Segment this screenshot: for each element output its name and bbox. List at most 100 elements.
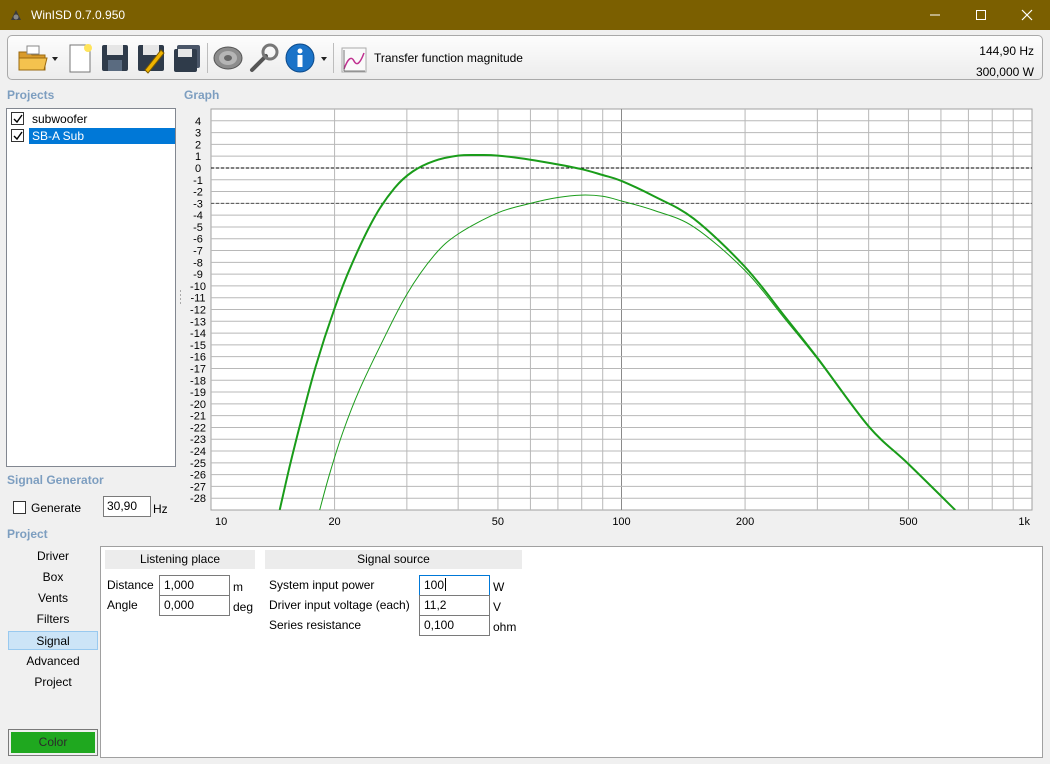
minimize-button[interactable] bbox=[912, 0, 958, 30]
info-dropdown-arrow[interactable] bbox=[321, 57, 327, 61]
splitter-grip[interactable] bbox=[180, 290, 181, 292]
distance-label: Distance bbox=[107, 578, 154, 592]
y-tick-label: -10 bbox=[190, 281, 206, 293]
tab-filters[interactable]: Filters bbox=[8, 610, 98, 629]
y-tick-label: 2 bbox=[195, 139, 201, 151]
cursor-readout: 144,90 Hz 300,000 W bbox=[976, 41, 1034, 83]
angle-input[interactable]: 0,000 bbox=[159, 595, 230, 616]
y-tick-label: -6 bbox=[193, 234, 203, 246]
y-tick-label: -8 bbox=[193, 257, 203, 269]
save-all-icon[interactable] bbox=[171, 42, 203, 74]
text-caret bbox=[445, 578, 447, 591]
system-input-power-unit: W bbox=[493, 580, 505, 594]
y-tick-label: -17 bbox=[190, 363, 206, 375]
splitter-grip[interactable] bbox=[180, 298, 181, 300]
tab-signal[interactable]: Signal bbox=[8, 631, 98, 650]
y-tick-label: -16 bbox=[190, 352, 206, 364]
open-folder-icon[interactable] bbox=[17, 42, 49, 74]
x-tick-label: 50 bbox=[492, 516, 504, 525]
checkmark-icon bbox=[13, 114, 23, 124]
splitter-grip[interactable] bbox=[180, 302, 181, 304]
angle-unit: deg bbox=[233, 600, 254, 614]
close-button[interactable] bbox=[1004, 0, 1050, 30]
info-icon[interactable] bbox=[284, 42, 316, 74]
save-icon[interactable] bbox=[99, 42, 131, 74]
window-title: WinISD 0.7.0.950 bbox=[31, 8, 126, 22]
maximize-button[interactable] bbox=[958, 0, 1004, 30]
x-tick-label: 20 bbox=[328, 516, 340, 525]
toolbar: Transfer function magnitude 144,90 Hz 30… bbox=[7, 35, 1043, 80]
tab-vents[interactable]: Vents bbox=[8, 589, 98, 608]
y-tick-label: -26 bbox=[190, 470, 206, 482]
y-tick-label: -22 bbox=[190, 422, 206, 434]
checkmark-icon bbox=[13, 131, 23, 141]
y-tick-label: -24 bbox=[190, 446, 206, 458]
driver-input-voltage-label: Driver input voltage (each) bbox=[269, 598, 410, 612]
y-tick-label: -13 bbox=[190, 316, 206, 328]
generator-frequency-unit: Hz bbox=[153, 502, 168, 516]
series-resistance-unit: ohm bbox=[493, 620, 517, 634]
x-tick-label: 200 bbox=[736, 516, 754, 525]
transfer-function-icon[interactable] bbox=[341, 47, 367, 73]
driver-input-voltage-input[interactable]: 11,2 bbox=[419, 595, 490, 616]
system-input-power-input[interactable]: 100 bbox=[419, 575, 490, 596]
y-tick-label: -11 bbox=[190, 293, 205, 305]
y-tick-label: -12 bbox=[190, 305, 206, 317]
generate-label[interactable]: Generate bbox=[31, 501, 81, 515]
system-input-power-label: System input power bbox=[269, 578, 375, 592]
angle-label: Angle bbox=[107, 598, 138, 612]
y-tick-label: 3 bbox=[195, 128, 201, 140]
minimize-icon bbox=[930, 14, 940, 16]
tab-advanced[interactable]: Advanced bbox=[8, 652, 98, 671]
tab-box[interactable]: Box bbox=[8, 568, 98, 587]
app-icon bbox=[11, 10, 21, 20]
graph-section-title: Graph bbox=[184, 88, 220, 102]
color-button[interactable]: Color bbox=[8, 729, 98, 756]
project-item-label: SB-A Sub bbox=[29, 128, 175, 144]
y-tick-label: -27 bbox=[190, 481, 206, 493]
save-as-icon[interactable] bbox=[135, 42, 167, 74]
project-item[interactable]: SB-A Sub bbox=[9, 128, 175, 144]
transfer-function-graph[interactable]: 43210-1-2-3-4-5-6-7-8-9-10-11-12-13-14-1… bbox=[180, 103, 1046, 525]
project-checkbox[interactable] bbox=[11, 112, 24, 125]
x-tick-label: 100 bbox=[612, 516, 630, 525]
project-item[interactable]: subwoofer bbox=[9, 111, 175, 127]
tab-driver[interactable]: Driver bbox=[8, 547, 98, 566]
y-tick-label: -21 bbox=[190, 411, 206, 423]
y-tick-label: -5 bbox=[193, 222, 203, 234]
splitter-grip[interactable] bbox=[180, 294, 181, 296]
driver-icon[interactable] bbox=[212, 42, 244, 74]
project-item-label: subwoofer bbox=[32, 112, 88, 126]
signal-generator-title: Signal Generator bbox=[7, 473, 104, 487]
generator-frequency-input[interactable]: 30,90 bbox=[103, 496, 151, 517]
series-resistance-label: Series resistance bbox=[269, 618, 362, 632]
projects-list[interactable]: subwoofer SB-A Sub bbox=[6, 108, 176, 467]
y-tick-label: 1 bbox=[195, 151, 201, 163]
y-tick-label: -19 bbox=[190, 387, 206, 399]
y-tick-label: 0 bbox=[195, 163, 201, 175]
graph-mode-label[interactable]: Transfer function magnitude bbox=[374, 51, 523, 65]
x-tick-label: 500 bbox=[899, 516, 917, 525]
series-resistance-input[interactable]: 0,100 bbox=[419, 615, 490, 636]
open-dropdown-arrow[interactable] bbox=[52, 57, 58, 61]
y-tick-label: -18 bbox=[190, 375, 206, 387]
readout-frequency: 144,90 Hz bbox=[979, 44, 1034, 58]
project-checkbox[interactable] bbox=[11, 129, 24, 142]
tab-project[interactable]: Project bbox=[8, 673, 98, 692]
title-bar: WinISD 0.7.0.950 bbox=[0, 0, 1050, 30]
close-icon bbox=[1021, 9, 1033, 21]
toolbar-separator bbox=[207, 43, 208, 73]
tools-icon[interactable] bbox=[248, 42, 280, 74]
y-tick-label: -2 bbox=[193, 187, 203, 199]
distance-input[interactable]: 1,000 bbox=[159, 575, 230, 596]
y-tick-label: -28 bbox=[190, 493, 206, 505]
new-document-icon[interactable] bbox=[64, 42, 96, 74]
system-input-power-value: 100 bbox=[424, 578, 445, 592]
generate-checkbox[interactable] bbox=[13, 501, 26, 514]
y-tick-label: -7 bbox=[193, 246, 203, 258]
maximize-icon bbox=[976, 10, 986, 20]
y-tick-label: -23 bbox=[190, 434, 206, 446]
distance-unit: m bbox=[233, 580, 243, 594]
projects-section-title: Projects bbox=[7, 88, 55, 102]
driver-input-voltage-unit: V bbox=[493, 600, 502, 614]
